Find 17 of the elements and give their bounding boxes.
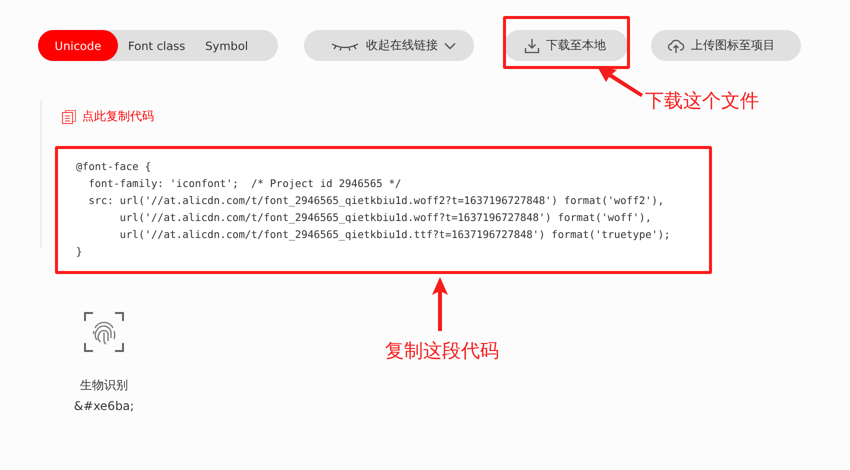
icon-name: 生物识别 bbox=[80, 377, 128, 394]
code-line: @font-face { bbox=[76, 160, 152, 174]
code-line: url('//at.alicdn.com/t/font_2946565_qietkbiu1d.ttf?t=1637196727848') format('truetype'); bbox=[118, 228, 672, 242]
code-line: } bbox=[76, 244, 84, 260]
annotation-text: 复制这段代码 bbox=[385, 339, 499, 364]
tab[interactable]: Symbol bbox=[195, 30, 258, 61]
copy-code-link[interactable]: 点此复制代码 bbox=[62, 108, 154, 125]
tab[interactable]: Unicode bbox=[38, 30, 118, 61]
code-line: src: url('//at.alicdn.com/t/font_2946565_qietkbiu1d.woff2?t=1637196727848') format('woff2'), bbox=[88, 194, 666, 208]
icon-code: &#xe6ba; bbox=[74, 399, 134, 413]
collapse-links-button[interactable]: 收起在线链接 bbox=[304, 30, 474, 61]
code-line: font-family: 'iconfont'; /* Project id 2946565 */ bbox=[88, 176, 402, 192]
upload-button[interactable]: 上传图标至项目 bbox=[651, 30, 801, 61]
code-line: url('//at.alicdn.com/t/font_2946565_qietkbiu1d.woff?t=1637196727848') format('woff'), bbox=[118, 210, 653, 226]
tab[interactable]: Font class bbox=[118, 30, 196, 61]
annotation-text: 下载这个文件 bbox=[645, 89, 759, 114]
download-button[interactable]: 下载至本地 bbox=[504, 30, 628, 61]
